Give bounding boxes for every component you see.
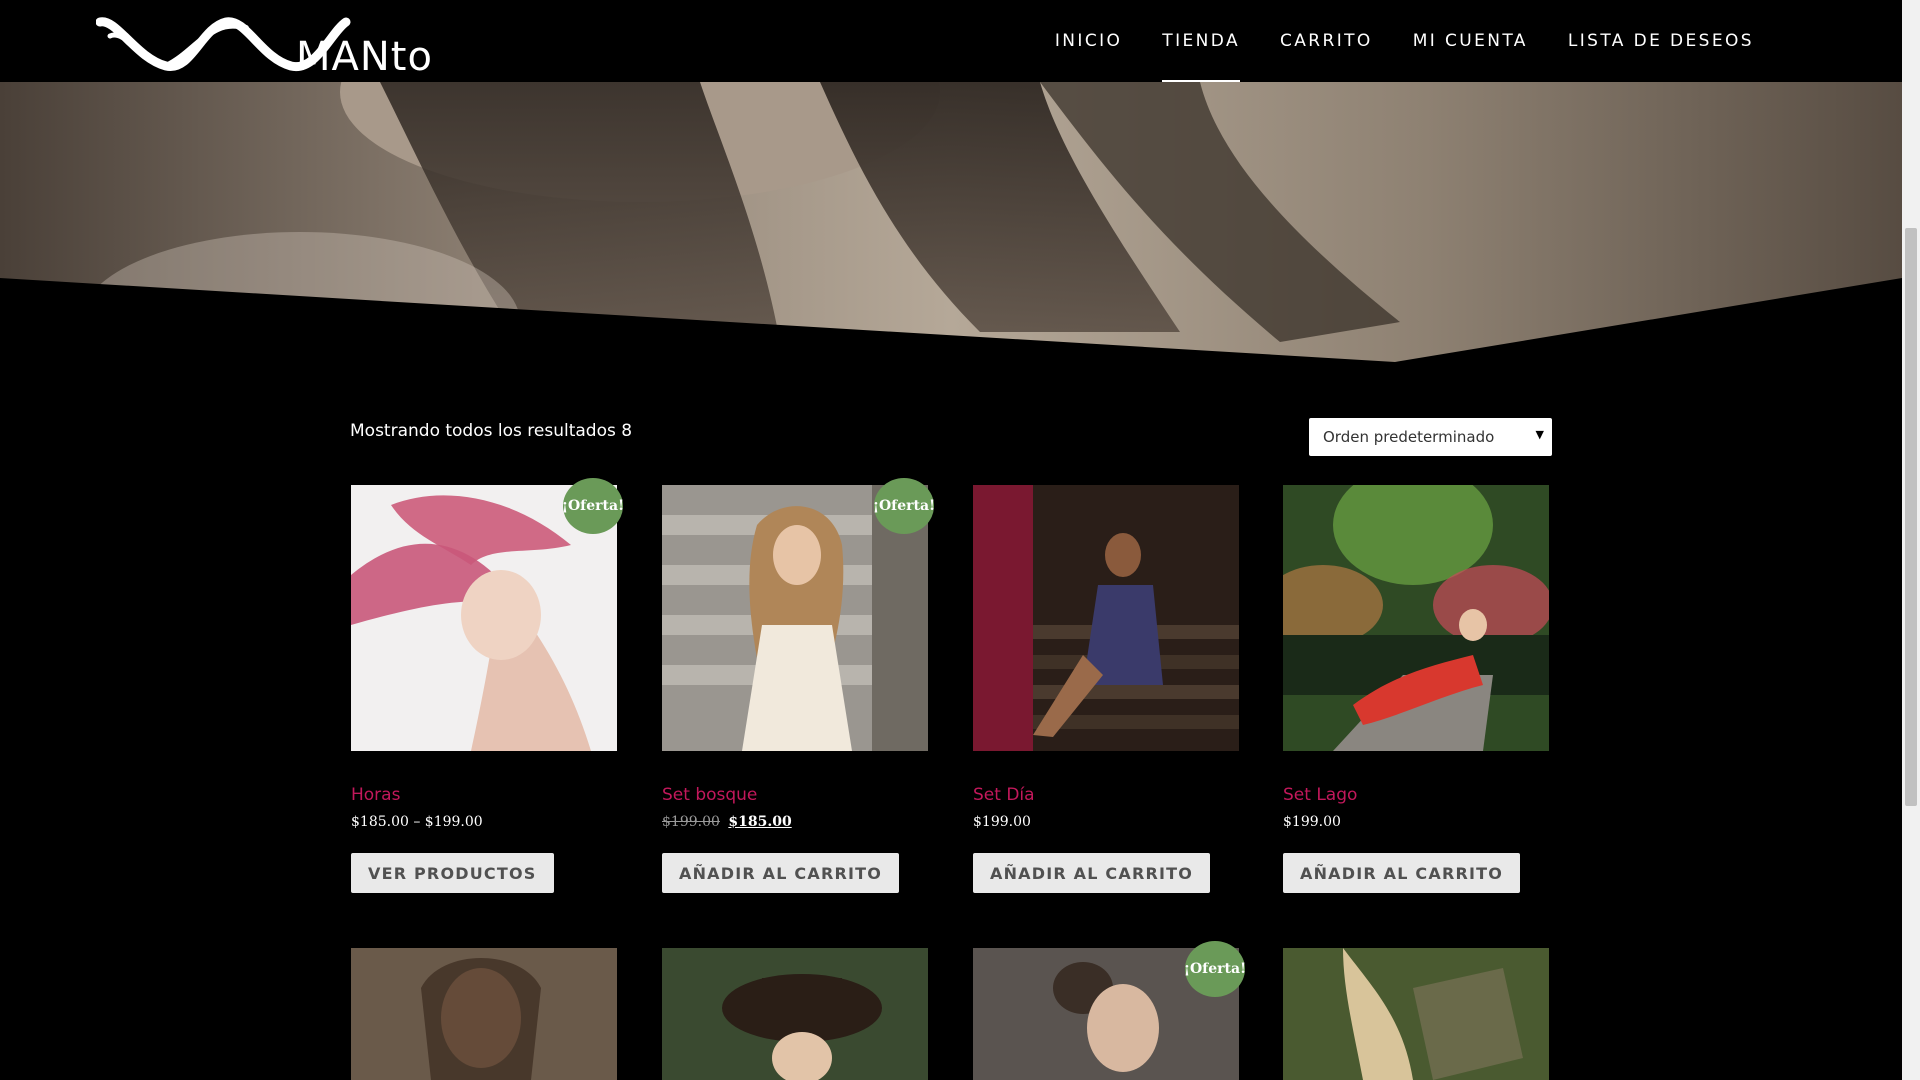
logo-wordmark: MANto [296,34,433,80]
product-title[interactable]: Set Lago [1283,785,1357,805]
sale-badge: ¡Oferta! [1184,941,1246,997]
nav-mi-cuenta[interactable]: MI CUENTA [1393,0,1548,82]
hero-image [0,0,1902,412]
add-to-cart-button[interactable]: AÑADIR AL CARRITO [1283,853,1521,893]
nav-inicio[interactable]: INICIO [1035,0,1142,82]
product-image[interactable] [1283,485,1549,751]
product-card: Set Lago $199.00 AÑADIR AL CARRITO [1283,485,1549,893]
nav-lista-de-deseos[interactable]: LISTA DE DESEOS [1548,0,1774,82]
dropdown-caret-icon: ▼ [1535,428,1544,441]
product-card: ¡Oferta! [973,941,1246,1080]
sale-badge: ¡Oferta! [873,478,935,534]
product-price: $185.00 – $199.00 [351,814,483,830]
sale-price: $185.00 [728,814,792,830]
page-scrollbar[interactable] [1902,0,1920,1080]
main-nav: INICIO TIENDA CARRITO MI CUENTA LISTA DE… [1035,0,1774,82]
product-price: $199.00 $185.00 [662,814,792,830]
product-image[interactable] [973,485,1239,751]
site-logo[interactable]: MANto [95,8,446,80]
product-card [351,948,617,1080]
add-to-cart-button[interactable]: AÑADIR AL CARRITO [973,853,1211,893]
site-header: MANto INICIO TIENDA CARRITO MI CUENTA LI… [0,0,1902,82]
product-card [662,948,928,1080]
hero-banner [0,0,1902,412]
result-count: Mostrando todos los resultados 8 [350,421,633,441]
nav-tienda[interactable]: TIENDA [1142,0,1260,82]
product-card: ¡Oferta! Set bosque $199.00 $185.00 AÑAD… [662,478,935,893]
orderby-select[interactable]: Orden predeterminado ▼ [1309,418,1552,456]
product-price: $199.00 [1283,814,1341,830]
product-price: $199.00 [973,814,1031,830]
product-image[interactable] [1283,948,1549,1080]
scrollbar-thumb[interactable] [1905,228,1917,806]
orderby-value: Orden predeterminado [1323,428,1495,446]
product-title[interactable]: Horas [351,785,400,805]
product-card: Set Día $199.00 AÑADIR AL CARRITO [973,485,1239,893]
product-image[interactable] [351,948,617,1080]
product-card [1283,948,1549,1080]
nav-carrito[interactable]: CARRITO [1260,0,1393,82]
view-products-button[interactable]: VER PRODUCTOS [351,853,554,893]
product-card: ¡Oferta! Horas $185.00 – $199.00 VER PRO… [351,478,624,893]
product-title[interactable]: Set bosque [662,785,757,805]
product-title[interactable]: Set Día [973,785,1035,805]
add-to-cart-button[interactable]: AÑADIR AL CARRITO [662,853,900,893]
old-price: $199.00 [662,814,720,830]
sale-badge: ¡Oferta! [562,478,624,534]
product-image[interactable] [662,948,928,1080]
